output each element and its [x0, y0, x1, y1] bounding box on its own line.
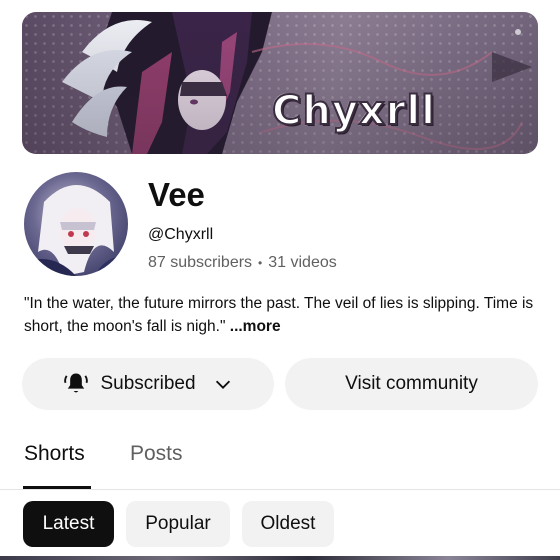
active-tab-indicator [23, 486, 91, 489]
stats-separator: • [258, 256, 263, 270]
chip-latest[interactable]: Latest [23, 501, 114, 547]
chip-popular[interactable]: Popular [126, 501, 230, 547]
channel-tabs: Shorts Posts [0, 430, 560, 490]
subscriber-count: 87 subscribers [148, 254, 253, 271]
channel-name: Vee [148, 176, 205, 213]
subscribed-button[interactable]: Subscribed [22, 358, 274, 410]
channel-handle: @Chyxrll [148, 226, 214, 243]
avatar-artwork [24, 185, 128, 276]
shorts-thumbnails-peek[interactable] [0, 556, 560, 560]
channel-description[interactable]: "In the water, the future mirrors the pa… [24, 292, 536, 338]
visit-community-label: Visit community [345, 373, 478, 394]
banner-logo-text: Chyxrll [271, 87, 436, 135]
visit-community-button[interactable]: Visit community [285, 358, 538, 410]
chevron-down-icon [215, 380, 230, 389]
more-link[interactable]: ...more [230, 318, 281, 335]
channel-avatar[interactable] [24, 172, 128, 276]
tab-shorts[interactable]: Shorts [24, 442, 85, 466]
channel-page: Chyxrll Vee @Chyxrll 87 subscribers • 31… [0, 0, 560, 560]
chip-oldest[interactable]: Oldest [242, 501, 334, 547]
tab-posts[interactable]: Posts [130, 442, 183, 466]
subscribed-label: Subscribed [100, 373, 196, 394]
channel-banner: Chyxrll [22, 12, 538, 154]
bell-ring-icon [64, 373, 89, 393]
video-count: 31 videos [268, 254, 337, 271]
channel-stats: 87 subscribers • 31 videos [148, 254, 337, 272]
